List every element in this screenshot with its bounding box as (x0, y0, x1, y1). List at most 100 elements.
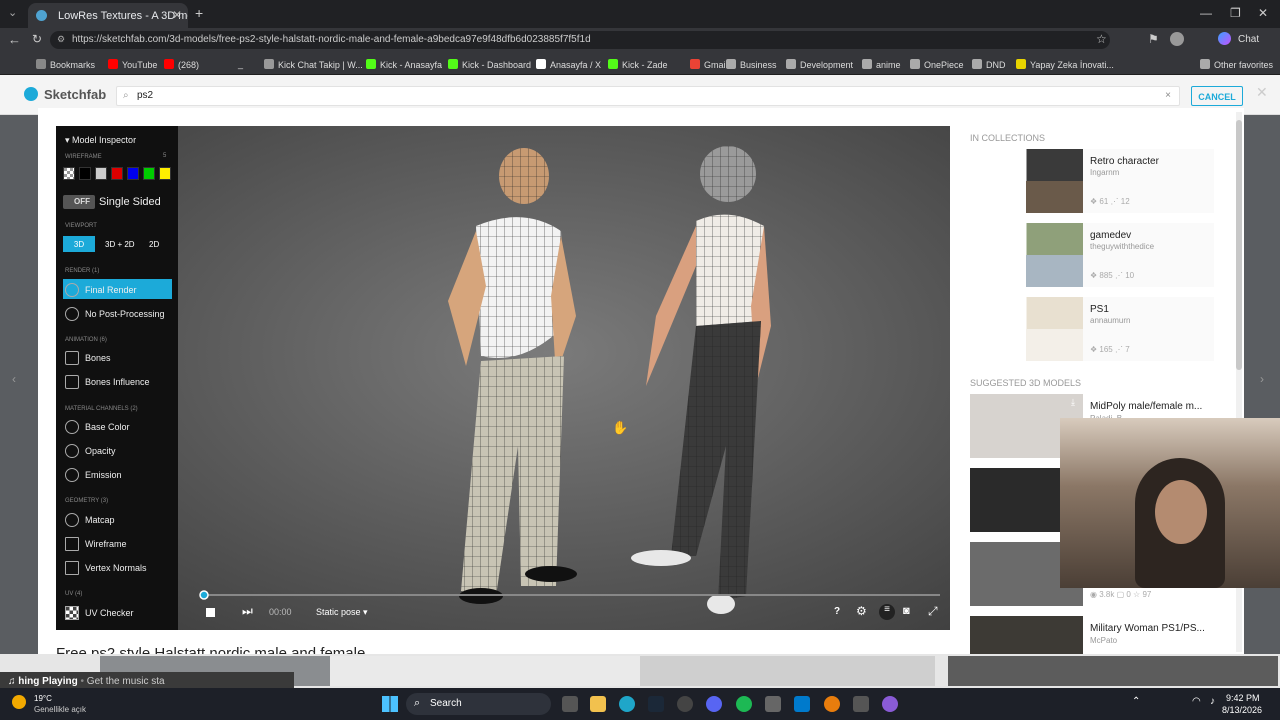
search-input[interactable]: ⌕ ps2 × (116, 86, 1180, 106)
bookmark-item[interactable]: (268) (164, 59, 199, 70)
collection-author[interactable]: Ingarnm (1090, 168, 1119, 177)
collection-card[interactable]: PS1 annaumurn ❖ 165 ⋰ 7 (970, 297, 1214, 361)
wireframe-color-swatch[interactable] (111, 167, 123, 180)
final-render-item[interactable]: Final Render (65, 283, 137, 297)
bookmark-item[interactable]: Development (786, 59, 853, 70)
active-tab[interactable]: LowRes Textures - A 3D model coll ✕ (28, 3, 188, 28)
wireframe-color-swatch[interactable] (143, 167, 155, 180)
task-view-icon[interactable] (562, 696, 578, 712)
bookmark-item[interactable]: Yapay Zeka İnovati... (1016, 59, 1114, 70)
weather-desc[interactable]: Genellikle açık (34, 705, 86, 714)
volume-icon[interactable]: ♪ (1210, 696, 1215, 707)
bookmark-item[interactable]: _ (238, 59, 243, 69)
site-info-icon[interactable]: ⚙ (57, 34, 65, 45)
close-overlay-icon[interactable]: ✕ (1256, 84, 1268, 101)
blender-icon[interactable] (824, 696, 840, 712)
close-window-icon[interactable]: ✕ (1258, 6, 1268, 20)
suggested-author[interactable]: McPato (1090, 636, 1117, 645)
bookmark-item[interactable]: YouTube (108, 59, 157, 70)
bookmark-item[interactable]: Kick Chat Takip | W... (264, 59, 363, 70)
bookmark-item[interactable]: anime (862, 59, 901, 70)
sketchfab-logo-icon[interactable] (24, 87, 38, 101)
uv-checker-item[interactable]: UV Checker (65, 606, 134, 620)
windows-start-icon[interactable] (382, 696, 398, 712)
emission-item[interactable]: Emission (65, 468, 122, 482)
suggested-model-card[interactable]: Military Woman PS1/PS... McPato (970, 616, 1214, 654)
wifi-icon[interactable]: ◠ (1192, 696, 1201, 707)
copilot-icon[interactable] (1218, 32, 1231, 45)
bones-item[interactable]: Bones (65, 351, 111, 365)
layers-icon[interactable]: ≡ (879, 604, 895, 620)
suggested-thumbnail[interactable] (970, 616, 1083, 654)
clock-time[interactable]: 9:42 PM (1226, 693, 1260, 703)
collection-author[interactable]: annaumurn (1090, 316, 1130, 325)
collection-title[interactable]: gamedev (1090, 230, 1131, 241)
prev-arrow-icon[interactable]: ‹ (12, 372, 16, 386)
collection-author[interactable]: theguywiththedice (1090, 242, 1154, 251)
wireframe-color-swatch[interactable] (95, 167, 107, 180)
collection-thumbnail[interactable] (970, 297, 1083, 361)
bookmark-item[interactable]: Kick - Zade (608, 59, 668, 70)
chat-label[interactable]: Chat (1238, 34, 1259, 45)
new-tab-icon[interactable]: + (195, 5, 203, 21)
collection-thumbnail[interactable] (970, 149, 1083, 213)
profile-avatar[interactable] (1170, 32, 1184, 46)
bookmark-item[interactable]: Kick - Dashboard (448, 59, 531, 70)
reload-icon[interactable]: ↻ (32, 32, 42, 46)
url-bar[interactable]: ⚙ https://sketchfab.com/3d-models/free-p… (50, 31, 1110, 49)
bookmark-star-icon[interactable]: ☆ (1096, 32, 1107, 46)
pose-select[interactable]: Static pose ▾ (316, 607, 368, 618)
bookmark-item[interactable]: Gmail (690, 59, 728, 70)
clear-search-icon[interactable]: × (1165, 90, 1171, 101)
viewport-option[interactable]: 3D + 2D (99, 236, 141, 252)
matcap-item[interactable]: Matcap (65, 513, 115, 527)
fullscreen-icon[interactable]: ⤢ (928, 604, 938, 619)
bones-influence-item[interactable]: Bones Influence (65, 375, 150, 389)
vertex-normals-item[interactable]: Vertex Normals (65, 561, 147, 575)
back-icon[interactable]: ← (8, 32, 21, 47)
edge-icon[interactable] (619, 696, 635, 712)
bookmark-item[interactable]: Bookmarks (36, 59, 95, 70)
collection-title[interactable]: PS1 (1090, 304, 1109, 315)
taskbar-app-icon[interactable] (853, 696, 869, 712)
stop-button[interactable] (206, 608, 215, 617)
clock-date[interactable]: 8/13/2026 (1222, 705, 1262, 715)
tray-chevron-icon[interactable]: ⌃ (1132, 696, 1140, 707)
vr-icon[interactable]: ◙ (903, 605, 910, 617)
collection-thumbnail[interactable] (970, 223, 1083, 287)
discord-icon[interactable] (706, 696, 722, 712)
suggested-title[interactable]: Military Woman PS1/PS... (1090, 623, 1212, 634)
taskbar-search[interactable]: ⌕ Search (406, 693, 551, 715)
timeline-knob[interactable] (199, 590, 209, 600)
cancel-button[interactable]: CANCEL (1191, 86, 1243, 106)
inspector-title[interactable]: ▾ Model Inspector (65, 135, 136, 146)
tab-list-chevron-icon[interactable]: ⌄ (8, 6, 17, 19)
bookmark-item[interactable]: OnePiece (910, 59, 964, 70)
unity-icon[interactable] (765, 696, 781, 712)
bookmark-item[interactable]: Business (726, 59, 777, 70)
spotify-icon[interactable] (736, 696, 752, 712)
wireframe-color-swatch[interactable] (127, 167, 139, 180)
steam-icon[interactable] (648, 696, 664, 712)
no-post-processing-item[interactable]: No Post-Processing (65, 307, 165, 321)
help-icon[interactable]: ? (834, 606, 840, 617)
file-explorer-icon[interactable] (590, 696, 606, 712)
viewport-option[interactable]: 2D (143, 236, 165, 252)
taskbar-app-icon[interactable] (677, 696, 693, 712)
settings-gear-icon[interactable]: ⚙ (856, 604, 867, 618)
collection-card[interactable]: Retro character Ingarnm ❖ 61 ⋰ 12 (970, 149, 1214, 213)
model-viewer[interactable]: ✋ ⏭ 00:00 Static pose ▾ ? ⚙ ≡ ◙ ⤢ (56, 126, 950, 630)
bookmark-item[interactable]: Anasayfa / X (536, 59, 601, 70)
next-frame-icon[interactable]: ⏭ (242, 604, 253, 619)
download-icon[interactable]: ⤓ (1071, 397, 1075, 408)
next-arrow-icon[interactable]: › (1260, 372, 1264, 386)
weather-icon[interactable] (12, 695, 26, 709)
model-render[interactable]: ✋ (56, 126, 950, 630)
extensions-icon[interactable]: ⚑ (1148, 32, 1159, 46)
suggested-title[interactable]: MidPoly male/female m... (1090, 401, 1212, 412)
sketchfab-logo-text[interactable]: Sketchfab (44, 87, 106, 102)
collection-card[interactable]: gamedev theguywiththedice ❖ 885 ⋰ 10 (970, 223, 1214, 287)
minimize-icon[interactable]: — (1200, 6, 1212, 20)
single-sided-toggle[interactable]: OFF (63, 195, 95, 209)
viewport-option[interactable]: 3D (63, 236, 95, 252)
